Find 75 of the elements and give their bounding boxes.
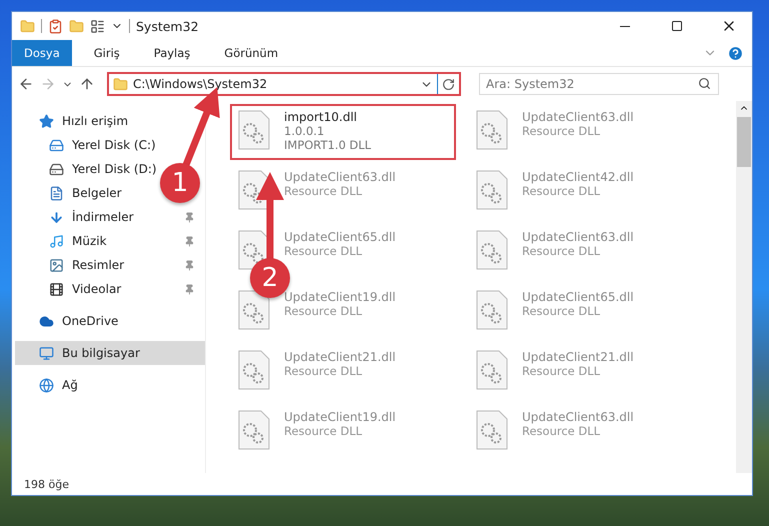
file-detail: Resource DLL — [522, 304, 602, 318]
folder-icon — [113, 76, 128, 92]
back-button[interactable] — [18, 76, 34, 92]
sidebar-link[interactable]: Ağ — [62, 378, 78, 392]
up-icon — [79, 76, 95, 92]
file-detail: 1.0.0.1 — [284, 124, 326, 138]
sidebar-link[interactable]: Hızlı erişim — [62, 114, 128, 128]
gear-file-icon — [476, 170, 508, 210]
file-detail: Resource DLL — [522, 184, 602, 198]
file-detail: Resource DLL — [284, 184, 364, 198]
item-count: 198 öğe — [24, 478, 69, 490]
file-item[interactable]: import10.dll 1.0.0.1 IMPORT1.0 DLL — [230, 104, 456, 160]
scrollbar[interactable] — [736, 101, 752, 473]
ribbon-tab[interactable]: Görünüm — [212, 40, 290, 66]
film-icon — [49, 282, 64, 296]
file-detail: Resource DLL — [284, 244, 364, 258]
maximize-icon — [671, 20, 683, 32]
file-menu-tab[interactable]: Dosya — [12, 40, 72, 66]
gear-file-icon — [476, 410, 508, 450]
file-detail: Resource DLL — [284, 364, 364, 378]
ribbon-tab[interactable]: Paylaş — [142, 40, 202, 66]
drive-icon — [49, 162, 64, 176]
pin-icon[interactable] — [184, 236, 195, 246]
ribbon-tab[interactable]: Giriş — [82, 40, 132, 66]
document-icon — [49, 186, 64, 200]
sidebar-link[interactable]: Resimler — [72, 258, 124, 272]
download-icon — [49, 210, 64, 224]
network-icon — [39, 378, 54, 392]
sidebar-link[interactable]: Belgeler — [72, 186, 122, 200]
file-detail: IMPORT1.0 DLL — [284, 138, 372, 152]
cloud-icon — [39, 314, 54, 328]
address-path: C:\Windows\System32 — [133, 77, 268, 91]
file-detail: Resource DLL — [522, 364, 602, 378]
file-detail: Resource DLL — [522, 424, 602, 438]
monitor-icon — [39, 346, 54, 360]
file-detail: Resource DLL — [284, 424, 364, 438]
refresh-icon — [442, 78, 455, 90]
window-title: System32 — [136, 18, 200, 34]
checklist-icon[interactable] — [48, 18, 63, 34]
gear-file-icon — [238, 290, 270, 330]
pin-icon[interactable] — [184, 284, 195, 294]
sidebar-link[interactable]: OneDrive — [62, 314, 118, 328]
sidebar-link[interactable]: Bu bilgisayar — [62, 346, 140, 360]
sidebar-link[interactable]: Yerel Disk (D:) — [72, 162, 157, 176]
sidebar-link[interactable]: İndirmeler — [72, 210, 134, 224]
gear-file-icon — [238, 110, 270, 150]
up-button[interactable] — [79, 76, 95, 92]
drive-icon — [49, 138, 64, 152]
sidebar-link[interactable]: Müzik — [72, 234, 107, 248]
back-icon — [18, 76, 34, 92]
file-name[interactable]: import10.dll — [284, 110, 372, 124]
pin-icon[interactable] — [184, 260, 195, 270]
music-note-icon — [49, 234, 64, 248]
properties-icon[interactable] — [90, 18, 105, 34]
gear-file-icon — [476, 290, 508, 330]
star-icon — [39, 114, 54, 128]
gear-file-icon — [476, 350, 508, 390]
forward-icon — [40, 76, 56, 92]
gear-file-icon — [476, 230, 508, 270]
picture-icon — [49, 258, 64, 272]
selected-row[interactable]: Bu bilgisayar — [15, 341, 205, 365]
gear-file-icon — [238, 350, 270, 390]
address-bar[interactable]: C:\Windows\System32 — [107, 72, 461, 96]
pin-icon[interactable] — [184, 212, 195, 222]
search-field[interactable]: Ara: System32 — [479, 73, 719, 95]
file-detail: Resource DLL — [284, 304, 364, 318]
gear-file-icon — [476, 110, 508, 150]
file-detail: Resource DLL — [522, 124, 602, 138]
search-icon[interactable] — [698, 77, 711, 90]
help-icon[interactable] — [727, 44, 744, 62]
scroll-thumb[interactable] — [737, 117, 751, 167]
sidebar-link[interactable]: Yerel Disk (C:) — [72, 138, 156, 152]
sidebar-link[interactable]: Videolar — [72, 282, 122, 296]
file-detail: Resource DLL — [522, 244, 602, 258]
gear-file-icon — [238, 410, 270, 450]
